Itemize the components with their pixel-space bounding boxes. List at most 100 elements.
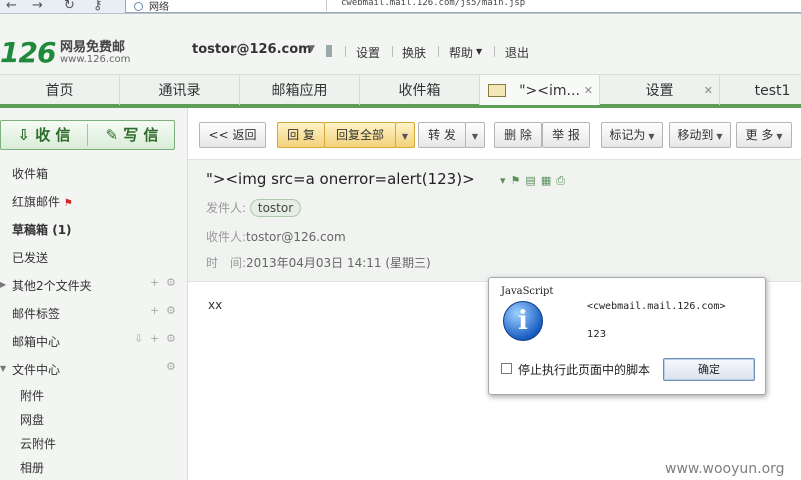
reply-button[interactable]: 回 复 xyxy=(277,122,325,148)
tab-message[interactable]: "><im... ✕ xyxy=(480,75,600,105)
mail-header: 126 网易免费邮 www.126.com tostor@126.com ▼ 设… xyxy=(0,14,801,74)
caret-down-icon: ▼ xyxy=(648,132,655,141)
mail-action-group: ⇩ 收 信 ✎ 写 信 xyxy=(0,120,175,150)
tab-label: "><im... xyxy=(519,83,580,99)
tab-settings[interactable]: 设置 ✕ xyxy=(600,75,720,105)
sidebar-item-cloud-attachments[interactable]: 云附件 xyxy=(20,435,56,452)
add-label-icon[interactable]: + xyxy=(150,304,159,317)
sidebar-item-album[interactable]: 相册 xyxy=(20,459,44,476)
note-icon[interactable]: ▦ xyxy=(541,174,556,187)
tab-test1[interactable]: test1 xyxy=(720,75,801,105)
header-divider xyxy=(494,46,495,57)
recipient[interactable]: tostor@126.com xyxy=(246,230,346,244)
sidebar-item-attachments[interactable]: 附件 xyxy=(20,387,44,404)
sidebar-item-netdisk[interactable]: 网盘 xyxy=(20,411,44,428)
key-icon[interactable]: ⚷ xyxy=(93,0,103,13)
caret-down-icon[interactable]: ▼ xyxy=(308,44,315,54)
javascript-alert-dialog: JavaScript i <cwebmail.mail.126.com> 123… xyxy=(488,277,766,395)
tab-label: 邮箱应用 xyxy=(271,83,328,99)
sidebar-item-sent[interactable]: 已发送 xyxy=(12,249,48,266)
subject-action-icons: ▾⚑▤▦⎙ xyxy=(500,174,570,188)
logo-126[interactable]: 126 xyxy=(0,36,56,69)
to-row: 收件人:tostor@126.com xyxy=(206,228,346,245)
tab-contacts[interactable]: 通讯录 xyxy=(120,75,240,105)
tag-icon[interactable]: ▤ xyxy=(525,174,540,187)
ok-button[interactable]: 确定 xyxy=(663,358,755,381)
time-row: 时 间:2013年04月03日 14:11 (星期三) xyxy=(206,254,431,271)
tab-label: 设置 xyxy=(645,83,674,99)
add-folder-icon[interactable]: + xyxy=(150,276,159,289)
edit-icon: ✎ xyxy=(105,126,119,144)
help-caret-icon[interactable]: ▼ xyxy=(476,47,482,56)
report-button[interactable]: 举 报 xyxy=(542,122,590,148)
stop-scripts-checkbox[interactable] xyxy=(501,363,512,374)
gear-icon[interactable]: ⚙ xyxy=(166,360,176,373)
time-label: 时 间: xyxy=(206,256,247,270)
reload-icon[interactable]: ↻ xyxy=(64,0,75,13)
phone-icon[interactable] xyxy=(326,45,332,57)
sidebar-item-file-center[interactable]: 文件中心 xyxy=(12,361,60,378)
receive-button[interactable]: ⇩ 收 信 xyxy=(1,121,87,149)
browser-toolbar: ← → ↻ ⚷ 网络 cwebmail.mail.126.com/js5/mai… xyxy=(0,0,801,14)
forward-options-dropdown[interactable]: ▼ xyxy=(465,122,485,148)
dropdown-icon[interactable]: ▾ xyxy=(500,174,511,187)
caret-down-icon: ▼ xyxy=(401,132,409,141)
logo-title: 网易免费邮 xyxy=(60,40,126,55)
caret-down-icon: ▼ xyxy=(716,132,723,141)
tab-home[interactable]: 首页 xyxy=(0,75,120,105)
back-button[interactable]: << 返回 xyxy=(199,122,266,148)
tab-bar: 首页 通讯录 邮箱应用 收件箱 "><im... ✕ 设置 ✕ test1 xyxy=(0,74,801,108)
tab-inbox[interactable]: 收件箱 xyxy=(360,75,480,105)
from-row: 发件人: tostor xyxy=(206,199,302,217)
tab-mail-apps[interactable]: 邮箱应用 xyxy=(240,75,360,105)
download-icon[interactable]: ⇩ xyxy=(134,332,143,345)
stop-scripts-label[interactable]: 停止执行此页面中的脚本 xyxy=(518,361,650,378)
move-to-button[interactable]: 移动到 ▼ xyxy=(669,122,731,148)
sidebar-item-inbox[interactable]: 收件箱 xyxy=(12,165,48,182)
more-button[interactable]: 更 多 ▼ xyxy=(736,122,792,148)
expand-triangle-icon[interactable]: ▶ xyxy=(0,280,6,289)
sidebar: ⇩ 收 信 ✎ 写 信 收件箱 红旗邮件 ⚑ 草稿箱 (1) 已发送 ▶ 其他2… xyxy=(0,108,188,480)
help-link[interactable]: 帮助 xyxy=(449,44,473,61)
sidebar-item-drafts[interactable]: 草稿箱 (1) xyxy=(12,221,72,238)
back-arrow-icon[interactable]: ← xyxy=(6,0,17,13)
reply-options-dropdown[interactable]: ▼ xyxy=(395,122,415,148)
mark-as-button[interactable]: 标记为 ▼ xyxy=(601,122,663,148)
forward-button[interactable]: 转 发 xyxy=(418,122,466,148)
tab-label: 通讯录 xyxy=(158,83,201,99)
settings-link[interactable]: 设置 xyxy=(356,44,380,61)
alert-source: <cwebmail.mail.126.com> xyxy=(587,301,726,312)
gear-icon[interactable]: ⚙ xyxy=(166,276,176,289)
user-account[interactable]: tostor@126.com xyxy=(192,42,312,57)
header-divider xyxy=(438,46,439,57)
collapse-triangle-icon[interactable]: ▼ xyxy=(0,364,6,373)
header-divider xyxy=(392,46,393,57)
gear-icon[interactable]: ⚙ xyxy=(166,332,176,345)
header-divider xyxy=(345,46,346,57)
sidebar-item-mail-center[interactable]: 邮箱中心 xyxy=(12,333,60,350)
forward-arrow-icon[interactable]: → xyxy=(32,0,43,13)
url-text[interactable]: cwebmail.mail.126.com/js5/main.jsp xyxy=(341,0,525,8)
tab-label: test1 xyxy=(754,83,791,99)
move-to-label: 移动到 xyxy=(677,128,714,142)
site-label: 网络 xyxy=(134,0,169,13)
print-icon[interactable]: ⎙ xyxy=(556,174,570,187)
close-icon[interactable]: ✕ xyxy=(584,75,593,107)
message-toolbar: << 返回 回 复 回复全部 ▼ 转 发 ▼ 删 除 举 报 标记为 ▼ 移动到 ▼… xyxy=(188,108,801,160)
sidebar-item-labels[interactable]: 邮件标签 xyxy=(12,305,60,322)
alert-message: 123 xyxy=(587,329,607,340)
add-icon[interactable]: + xyxy=(150,332,159,345)
close-icon[interactable]: ✕ xyxy=(704,75,713,107)
caret-down-icon: ▼ xyxy=(776,132,783,141)
delete-button[interactable]: 删 除 xyxy=(494,122,542,148)
sender-chip[interactable]: tostor xyxy=(249,199,302,217)
logout-link[interactable]: 退出 xyxy=(505,44,529,61)
reply-all-button[interactable]: 回复全部 xyxy=(324,122,396,148)
flag-icon[interactable]: ⚑ xyxy=(511,174,526,187)
skin-link[interactable]: 换肤 xyxy=(402,44,426,61)
sidebar-item-other-folders[interactable]: 其他2个文件夹 xyxy=(12,277,92,294)
sidebar-item-flagged[interactable]: 红旗邮件 ⚑ xyxy=(12,193,73,210)
compose-button[interactable]: ✎ 写 信 xyxy=(88,121,176,149)
address-bar[interactable]: 网络 cwebmail.mail.126.com/js5/main.jsp xyxy=(125,0,801,13)
gear-icon[interactable]: ⚙ xyxy=(166,304,176,317)
